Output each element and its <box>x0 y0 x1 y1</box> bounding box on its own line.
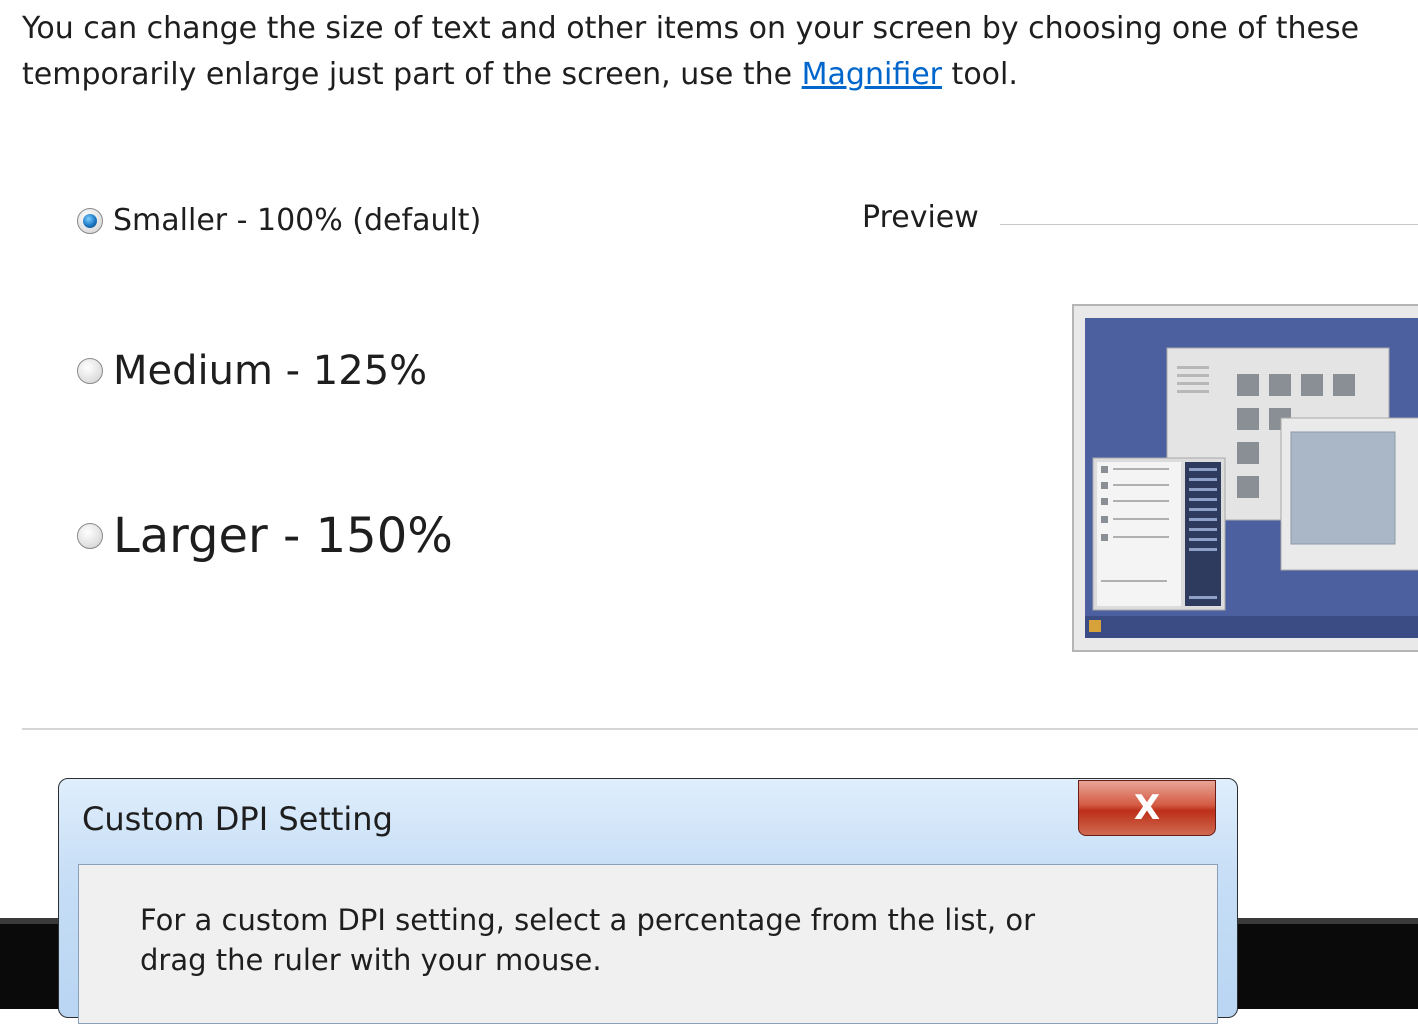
intro-line-1: You can change the size of text and othe… <box>22 11 1360 46</box>
option-larger[interactable]: Larger - 150% <box>77 508 453 564</box>
preview-label: Preview <box>862 200 979 235</box>
option-smaller-label: Smaller - 100% (default) <box>113 203 482 238</box>
preview-separator <box>1000 224 1418 225</box>
intro-line-2-after: tool. <box>942 57 1018 92</box>
option-smaller[interactable]: Smaller - 100% (default) <box>77 203 481 238</box>
radio-larger[interactable] <box>77 523 103 549</box>
intro-line-2-before: temporarily enlarge just part of the scr… <box>22 57 802 92</box>
magnifier-link[interactable]: Magnifier <box>802 57 942 92</box>
intro-text: You can change the size of text and othe… <box>22 6 1418 98</box>
radio-smaller[interactable] <box>77 207 103 234</box>
dialog-title: Custom DPI Setting <box>82 800 393 838</box>
close-icon: X <box>1133 788 1161 828</box>
dialog-instructions: For a custom DPI setting, select a perce… <box>140 903 1035 977</box>
start-orb-icon <box>1089 620 1101 632</box>
preview-image <box>1085 318 1418 638</box>
section-divider <box>22 728 1418 730</box>
radio-medium[interactable] <box>77 358 103 384</box>
option-medium-label: Medium - 125% <box>113 348 428 394</box>
close-button[interactable]: X <box>1078 780 1216 836</box>
option-larger-label: Larger - 150% <box>113 508 453 564</box>
option-medium[interactable]: Medium - 125% <box>77 348 427 394</box>
intro-line-2: temporarily enlarge just part of the scr… <box>22 52 1418 98</box>
preview-desktop-illustration <box>1085 318 1418 638</box>
